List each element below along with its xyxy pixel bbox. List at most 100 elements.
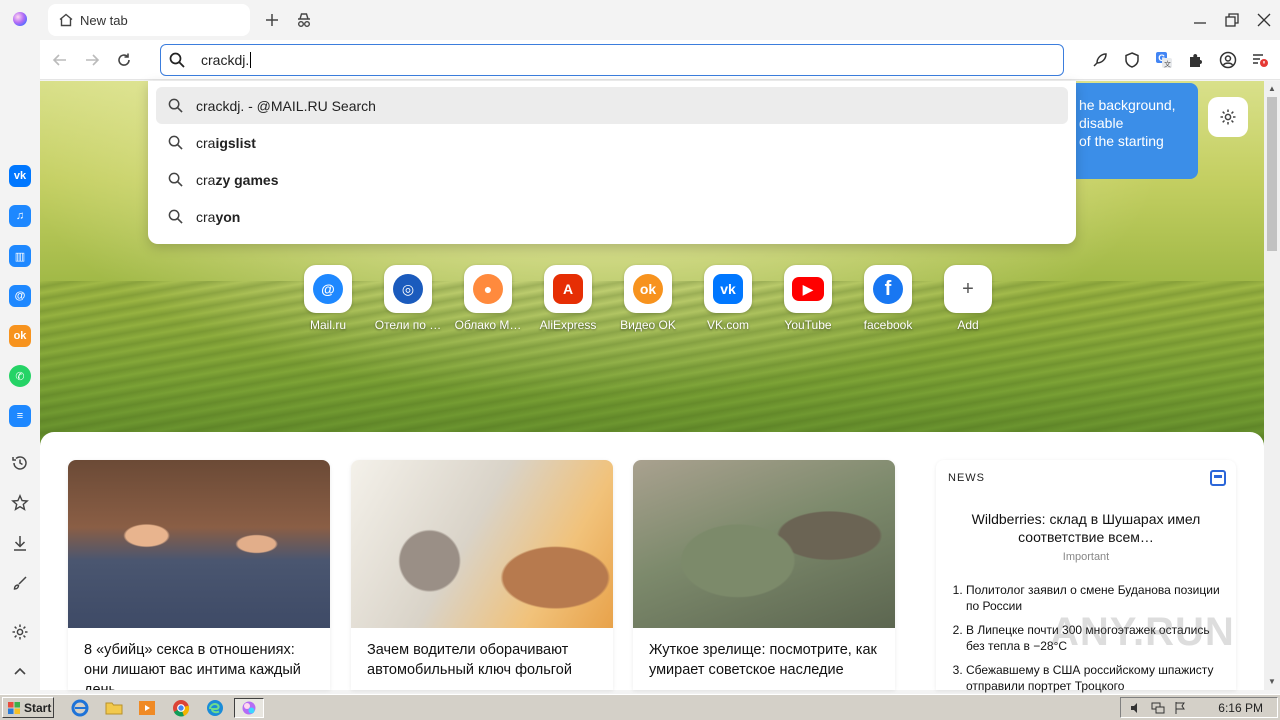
feed-card[interactable]: 8 «убийц» секса в отношениях: они лишают… — [68, 460, 330, 690]
sidebar-mail-icon[interactable]: @ — [9, 285, 31, 307]
ie-icon — [71, 699, 89, 717]
scrollbar-thumb[interactable] — [1267, 97, 1277, 251]
taskbar-media-icon[interactable] — [137, 698, 157, 718]
history-button[interactable] — [9, 452, 31, 474]
address-bar[interactable]: crackdj. — [160, 44, 1064, 76]
suggestion-item[interactable]: cra zy games — [156, 161, 1068, 198]
tile-hotels[interactable]: ◎ Отели по … — [368, 265, 448, 332]
profile-button[interactable] — [1216, 48, 1240, 72]
list-alert-icon — [1253, 54, 1268, 67]
news-widget-icon[interactable] — [1210, 470, 1226, 486]
tile-mail-ru[interactable]: @ Mail.ru — [288, 265, 368, 332]
reload-button[interactable] — [112, 48, 136, 72]
sidebar-tasks-icon[interactable]: ≡ — [9, 405, 31, 427]
suggestion-completion: yon — [215, 208, 241, 225]
speed-button[interactable] — [1088, 48, 1112, 72]
sidebar-stats-icon[interactable]: ▥ — [9, 245, 31, 267]
suggestion-item[interactable]: cra igslist — [156, 124, 1068, 161]
start-button[interactable]: Start — [2, 697, 54, 718]
tile-glyph: ▶ — [802, 280, 814, 297]
tile-add[interactable]: + Add — [928, 265, 1008, 332]
tile-glyph: + — [962, 277, 974, 300]
page-scrollbar[interactable]: ▲ ▼ — [1264, 81, 1280, 690]
protection-button[interactable] — [1120, 48, 1144, 72]
tile-cloud[interactable]: ● Облако М… — [448, 265, 528, 332]
title-bar: New tab — [0, 0, 1280, 40]
chrome-icon — [173, 700, 190, 717]
news-header: NEWS — [948, 472, 985, 484]
taskbar-chrome-icon[interactable] — [171, 698, 191, 718]
browser-logo-icon[interactable] — [13, 12, 27, 26]
bookmarks-button[interactable] — [9, 492, 31, 514]
suggestion-item[interactable]: crackdj. - @MAIL.RU Search — [156, 87, 1068, 124]
news-main-headline[interactable]: Wildberries: склад в Шушарах имел соотве… — [966, 510, 1206, 546]
flag-icon[interactable] — [1173, 701, 1187, 715]
feed-card-title: Зачем водители оборачивают автомобильный… — [367, 642, 572, 678]
tile-label: Видео OK — [620, 318, 676, 332]
tile-label: Add — [957, 318, 979, 332]
incognito-button[interactable] — [292, 8, 316, 32]
folder-icon — [105, 702, 123, 715]
tile-icon-box: ◎ — [384, 265, 432, 313]
start-label: Start — [24, 700, 52, 715]
restore-button[interactable] — [1219, 8, 1245, 32]
suggestion-completion: igslist — [215, 134, 256, 151]
sidebar-vk-icon[interactable]: vk — [9, 165, 31, 187]
new-tab-button[interactable] — [260, 8, 284, 32]
tile-facebook[interactable]: f facebook — [848, 265, 928, 332]
taskbar-edge-icon[interactable] — [205, 698, 225, 718]
minimize-button[interactable] — [1187, 8, 1213, 32]
themes-button[interactable] — [9, 572, 31, 594]
network-icon[interactable] — [1151, 701, 1165, 715]
toolbar: crackdj. G文 — [40, 40, 1280, 80]
tile-video-ok[interactable]: ok Видео OK — [608, 265, 688, 332]
downloads-button[interactable] — [9, 532, 31, 554]
page-settings-button[interactable] — [1208, 97, 1248, 137]
tile-youtube[interactable]: ▶ YouTube — [768, 265, 848, 332]
back-button[interactable] — [48, 48, 72, 72]
collapse-sidebar-button[interactable] — [9, 660, 31, 682]
sidebar: vk ♫ ▥ @ ok ✆ ≡ — [0, 40, 40, 690]
search-icon — [169, 52, 185, 68]
sidebar-ok-icon[interactable]: ok — [9, 325, 31, 347]
translate-button[interactable]: G文 — [1152, 48, 1176, 72]
hotels-icon: ◎ — [393, 274, 423, 304]
sidebar-music-icon[interactable]: ♫ — [9, 205, 31, 227]
tile-aliexpress[interactable]: A AliExpress — [528, 265, 608, 332]
tab-title: New tab — [80, 12, 128, 28]
tile-icon-box: @ — [304, 265, 352, 313]
tile-icon-box: A — [544, 265, 592, 313]
reload-icon — [118, 53, 130, 66]
taskbar-explorer-icon[interactable] — [104, 698, 124, 718]
windows-logo-icon — [8, 701, 20, 714]
suggestion-item[interactable]: cra yon — [156, 198, 1068, 235]
gear-icon — [12, 624, 28, 640]
forward-button[interactable] — [80, 48, 104, 72]
reading-list-button[interactable] — [1248, 48, 1272, 72]
star-icon — [11, 494, 29, 511]
tile-icon-box: ● — [464, 265, 512, 313]
settings-sidebar-button[interactable] — [9, 621, 31, 643]
suggestion-prefix: cra — [196, 134, 216, 151]
tab-new-tab[interactable]: New tab — [48, 4, 250, 36]
sidebar-whatsapp-icon[interactable]: ✆ — [9, 365, 31, 387]
scroll-up-arrow[interactable]: ▲ — [1268, 84, 1276, 93]
shield-icon — [1125, 52, 1139, 68]
restore-icon — [1225, 13, 1239, 27]
taskbar-ie-icon[interactable] — [70, 698, 90, 718]
aliexpress-icon: A — [553, 274, 583, 304]
extensions-button[interactable] — [1184, 48, 1208, 72]
suggestion-completion: zy games — [215, 171, 279, 188]
news-list-item[interactable]: Сбежавшему в США российскому шпажисту от… — [966, 662, 1226, 694]
speaker-icon[interactable] — [1129, 701, 1143, 715]
taskbar-active-browser[interactable] — [234, 698, 264, 718]
close-button[interactable] — [1251, 8, 1277, 32]
feed-card[interactable]: Зачем водители оборачивают автомобильный… — [351, 460, 613, 690]
scroll-down-arrow[interactable]: ▼ — [1268, 677, 1276, 686]
address-bar-value: crackdj. — [201, 52, 250, 68]
feed-card[interactable]: Жуткое зрелище: посмотрите, как умирает … — [633, 460, 895, 690]
tile-glyph: A — [562, 281, 574, 297]
tile-vk[interactable]: vk VK.com — [688, 265, 768, 332]
clock[interactable]: 6:16 PM — [1218, 701, 1263, 715]
text-caret — [250, 52, 252, 68]
